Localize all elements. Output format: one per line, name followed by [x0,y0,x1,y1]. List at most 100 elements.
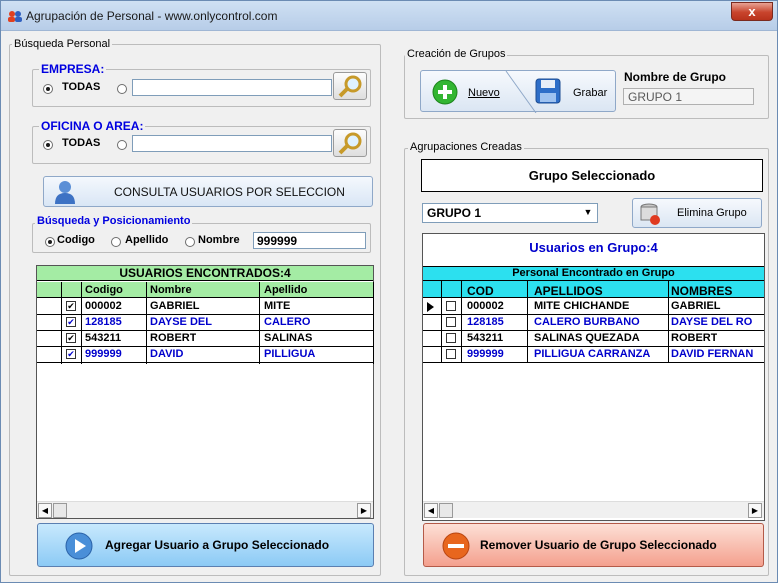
remover-label: Remover Usuario de Grupo Seleccionado [480,538,717,552]
group-table-row[interactable]: 128185 CALERO BURBANO DAYSE DEL RO [423,315,764,331]
title-bar[interactable]: Agrupación de Personal - www.onlycontrol… [1,1,777,31]
chevron-down-icon[interactable]: ▼ [580,205,596,221]
scroll-left-arrow[interactable]: ◀ [38,503,52,518]
row-checkbox[interactable] [446,317,456,327]
app-window: Agrupación de Personal - www.onlycontrol… [0,0,778,583]
consulta-label: CONSULTA USUARIOS POR SELECCION [114,185,345,199]
nombre-grupo-input[interactable]: GRUPO 1 [623,88,754,105]
empresa-search-button[interactable] [333,72,367,100]
group-table-row[interactable]: 000002 MITE CHICHANDE GABRIEL [423,299,764,315]
row-checkbox[interactable] [446,301,456,311]
found-col-codigo[interactable]: Codigo [85,284,123,296]
empresa-todas-label: TODAS [62,81,101,93]
app-users-icon [8,10,22,22]
found-table-row[interactable]: ✔ 128185 DAYSE DEL CALERO [37,315,373,331]
found-hscrollbar[interactable]: ◀ ▶ [37,501,373,518]
oficina-input[interactable] [132,135,332,152]
user-icon [55,181,75,204]
usuarios-encontrados-grid[interactable]: USUARIOS ENCONTRADOS:4 Codigo Nombre Ape… [36,265,374,519]
oficina-select-radio[interactable] [117,140,127,150]
group-cell-cod: 128185 [467,316,504,328]
scroll-left-arrow[interactable]: ◀ [424,503,438,518]
creacion-grupos-legend: Creación de Grupos [405,48,508,60]
database-delete-icon [640,203,660,225]
remover-usuario-button[interactable]: Remover Usuario de Grupo Seleccionado [423,523,764,567]
found-cell-codigo: 999999 [85,348,122,360]
nombre-grupo-label: Nombre de Grupo [624,70,727,84]
elimina-grupo-button[interactable]: Elimina Grupo [632,198,762,228]
apellido-label: Apellido [125,234,169,246]
found-cell-apellido: PILLIGUA [264,348,316,360]
scroll-thumb[interactable] [53,503,67,518]
group-cell-cod: 999999 [467,348,504,360]
group-table-row[interactable]: 999999 PILLIGUA CARRANZA DAVID FERNAN [423,347,764,363]
group-cell-apellidos: CALERO BURBANO [534,316,640,328]
row-checkbox[interactable] [446,349,456,359]
group-cell-apellidos: PILLIGUA CARRANZA [534,348,651,360]
empresa-select-radio[interactable] [117,84,127,94]
nombre-radio[interactable] [185,237,195,247]
found-cell-nombre: DAYSE DEL [150,316,212,328]
group-col-cod[interactable]: COD [467,284,494,298]
grupo-seleccionado-label: Grupo Seleccionado [421,159,763,192]
row-checkbox[interactable]: ✔ [66,349,76,359]
group-cell-apellidos: SALINAS QUEZADA [534,332,640,344]
row-checkbox[interactable]: ✔ [66,301,76,311]
found-table-row[interactable]: ✔ 000002 GABRIEL MITE [37,299,373,315]
codigo-label: Codigo [57,234,95,246]
group-cell-nombres: GABRIEL [671,300,721,312]
grupo-combo[interactable]: GRUPO 1 ▼ [422,203,598,223]
grabar-button[interactable]: Grabar [529,73,615,111]
elimina-label: Elimina Grupo [677,207,747,219]
grupo-usuarios-panel: Usuarios en Grupo:4 Personal Encontrado … [422,233,765,521]
nombre-label: Nombre [198,234,240,246]
found-col-apellido[interactable]: Apellido [264,284,307,296]
busqueda-personal-legend: Búsqueda Personal [12,38,113,50]
nuevo-button[interactable]: Nuevo [423,73,519,111]
group-cell-nombres: DAYSE DEL RO [671,316,753,328]
scroll-thumb[interactable] [439,503,453,518]
agrupaciones-legend: Agrupaciones Creadas [408,141,524,153]
row-checkbox[interactable] [446,333,456,343]
group-table-row[interactable]: 543211 SALINAS QUEZADA ROBERT [423,331,764,347]
play-icon [65,532,93,560]
found-cell-nombre: DAVID [150,348,184,360]
found-table-row[interactable]: ✔ 999999 DAVID PILLIGUA [37,347,373,363]
group-col-nombres[interactable]: NOMBRES [671,284,732,298]
scroll-right-arrow[interactable]: ▶ [748,503,762,518]
scroll-right-arrow[interactable]: ▶ [357,503,371,518]
found-col-nombre[interactable]: Nombre [150,284,192,296]
close-button[interactable]: x [731,2,773,21]
oficina-search-button[interactable] [333,129,367,157]
group-cell-cod: 000002 [467,300,504,312]
remove-icon [442,532,470,560]
consulta-usuarios-button[interactable]: CONSULTA USUARIOS POR SELECCION [43,176,373,207]
found-table-title: USUARIOS ENCONTRADOS:4 [37,266,373,281]
oficina-todas-radio[interactable] [43,140,53,150]
grupo-combo-value: GRUPO 1 [427,206,482,220]
nuevo-label: Nuevo [468,87,500,99]
found-cell-nombre: ROBERT [150,332,197,344]
agregar-usuario-button[interactable]: Agregar Usuario a Grupo Seleccionado [37,523,374,567]
nuevo-grabar-toolbar: Nuevo Grabar [420,70,616,113]
found-table-row[interactable]: ✔ 543211 ROBERT SALINAS [37,331,373,347]
magnifier-icon [338,75,362,98]
found-cell-apellido: CALERO [264,316,311,328]
apellido-radio[interactable] [111,237,121,247]
oficina-todas-label: TODAS [62,137,101,149]
posicionamiento-input[interactable]: 999999 [253,232,366,249]
add-icon [432,79,458,105]
group-col-apellidos[interactable]: APELLIDOS [534,284,603,298]
empresa-input[interactable] [132,79,332,96]
empresa-todas-radio[interactable] [43,84,53,94]
magnifier-icon [338,132,362,155]
group-hscrollbar[interactable]: ◀ ▶ [423,501,764,518]
save-icon [535,78,561,104]
group-cell-nombres: DAVID FERNAN [671,348,754,360]
found-cell-apellido: MITE [264,300,291,312]
posicionamiento-legend: Búsqueda y Posicionamiento [35,215,193,227]
row-checkbox[interactable]: ✔ [66,333,76,343]
found-cell-codigo: 128185 [85,316,122,328]
codigo-radio[interactable] [45,237,55,247]
row-checkbox[interactable]: ✔ [66,317,76,327]
